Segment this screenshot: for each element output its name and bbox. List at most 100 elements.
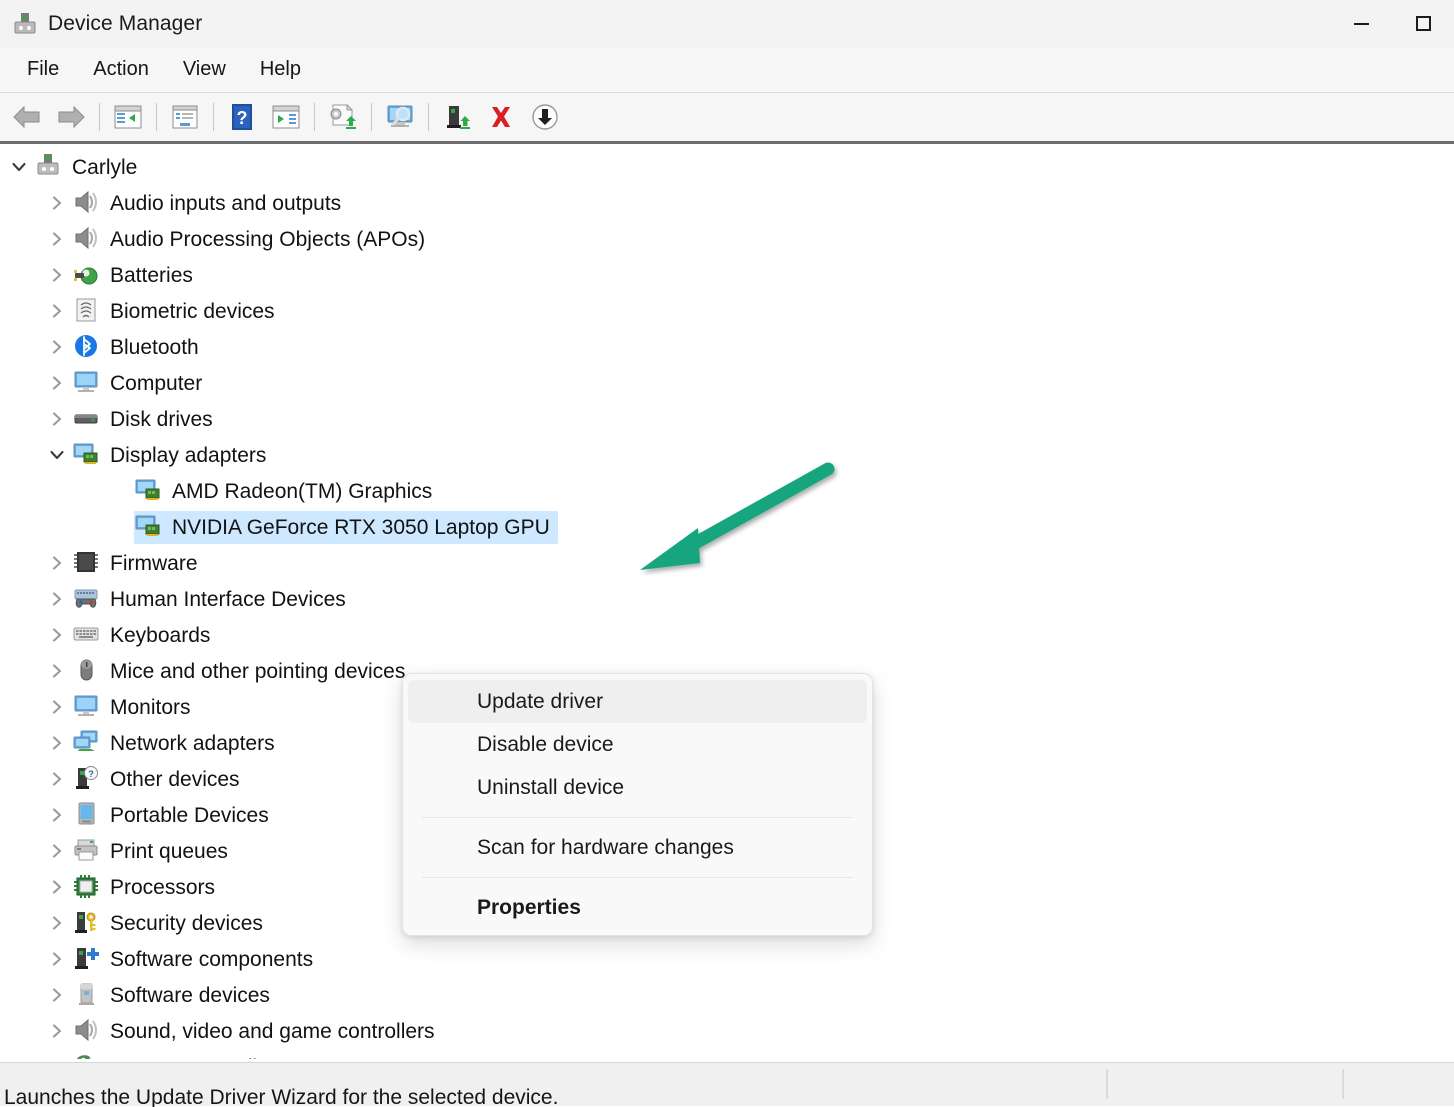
tree-item-label-wrap: Audio Processing Objects (APOs) [110, 223, 433, 256]
display-adapter-icon [134, 513, 164, 541]
uninstall-device-button[interactable] [479, 96, 523, 138]
speaker-icon [72, 225, 102, 253]
context-menu-properties[interactable]: Properties [408, 886, 867, 929]
enable-device-button[interactable] [435, 96, 479, 138]
chevron-right-icon[interactable] [42, 257, 72, 293]
chevron-right-icon[interactable] [42, 761, 72, 797]
battery-plug-icon [72, 261, 102, 289]
tree-item-display-adapters[interactable]: Display adapters [0, 437, 1454, 473]
chevron-right-icon[interactable] [42, 833, 72, 869]
context-menu-update-driver[interactable]: Update driver [408, 680, 867, 723]
disk-drive-icon [72, 405, 102, 433]
context-menu-scan-hardware[interactable]: Scan for hardware changes [408, 826, 867, 869]
tree-item-software-components[interactable]: Software components [0, 941, 1454, 977]
tree-item-biometric-devices[interactable]: Biometric devices [0, 293, 1454, 329]
tree-item-software-devices[interactable]: Software devices [0, 977, 1454, 1013]
processor-icon [72, 873, 102, 901]
scan-for-hardware-changes-button[interactable] [378, 96, 422, 138]
chevron-right-icon[interactable] [42, 869, 72, 905]
minimize-button[interactable] [1330, 0, 1392, 47]
properties-button[interactable] [163, 96, 207, 138]
chevron-right-icon[interactable] [42, 689, 72, 725]
tree-item-label-wrap: Batteries [110, 259, 201, 292]
tree-item-label: Other devices [110, 769, 240, 790]
status-message-text: Launches the Update Driver Wizard for th… [4, 1086, 558, 1107]
tree-item-human-interface-devices[interactable]: Human Interface Devices [0, 581, 1454, 617]
tree-item-label-wrap: Mice and other pointing devices [110, 655, 413, 688]
chevron-right-icon[interactable] [42, 365, 72, 401]
chevron-right-icon[interactable] [42, 1049, 72, 1059]
chevron-right-icon[interactable] [42, 329, 72, 365]
tree-item-label: Carlyle [72, 157, 137, 178]
tree-item-label: Display adapters [110, 445, 266, 466]
tree-item-label: Portable Devices [110, 805, 269, 826]
chevron-right-icon[interactable] [42, 221, 72, 257]
tree-item-computer[interactable]: Computer [0, 365, 1454, 401]
chevron-right-icon[interactable] [42, 905, 72, 941]
chevron-right-icon[interactable] [42, 797, 72, 833]
chevron-down-icon[interactable] [42, 437, 72, 473]
back-arrow-icon [12, 104, 42, 130]
chevron-right-icon[interactable] [42, 581, 72, 617]
menu-file[interactable]: File [10, 53, 76, 86]
tree-item-sound-video-and-game-controllers[interactable]: Sound, video and game controllers [0, 1013, 1454, 1049]
chevron-right-icon[interactable] [42, 185, 72, 221]
disable-device-button[interactable] [523, 96, 567, 138]
show-hide-console-tree-button[interactable] [106, 96, 150, 138]
chevron-right-icon[interactable] [42, 401, 72, 437]
tree-item-label-wrap: Human Interface Devices [110, 583, 354, 616]
forward-arrow-icon [56, 104, 86, 130]
tree-item-firmware[interactable]: Firmware [0, 545, 1454, 581]
display-adapter-icon [72, 441, 102, 469]
chevron-right-icon[interactable] [42, 941, 72, 977]
device-context-menu[interactable]: Update driver Disable device Uninstall d… [402, 673, 873, 936]
status-message: Launches the Update Driver Wizard for th… [0, 1063, 1106, 1107]
device-tree[interactable]: Carlyle Audio inputs and outputs Audio Pr… [0, 144, 1454, 1059]
chevron-right-icon[interactable] [42, 653, 72, 689]
menu-action[interactable]: Action [76, 53, 166, 86]
update-driver-button[interactable] [321, 96, 365, 138]
tree-item-nvidia-geforce-rtx-3050-laptop-gpu[interactable]: NVIDIA GeForce RTX 3050 Laptop GPU [0, 509, 1454, 545]
tree-item-batteries[interactable]: Batteries [0, 257, 1454, 293]
tree-item-disk-drives[interactable]: Disk drives [0, 401, 1454, 437]
tree-item-label-wrap: Keyboards [110, 619, 218, 652]
help-button[interactable]: ? [220, 96, 264, 138]
device-manager-icon [12, 11, 38, 37]
tree-item-label-wrap: Print queues [110, 835, 236, 868]
tree-item-audio-inputs-and-outputs[interactable]: Audio inputs and outputs [0, 185, 1454, 221]
console-tree-icon [113, 104, 143, 130]
tree-item-storage-controllers[interactable]: Storage controllers [0, 1049, 1454, 1059]
display-adapter-icon [134, 477, 164, 505]
tree-item-label-wrap: Processors [110, 871, 223, 904]
monitor-icon [72, 693, 102, 721]
tree-item-keyboards[interactable]: Keyboards [0, 617, 1454, 653]
menu-view[interactable]: View [166, 53, 243, 86]
context-menu-uninstall-device[interactable]: Uninstall device [408, 766, 867, 809]
tree-item-bluetooth[interactable]: Bluetooth [0, 329, 1454, 365]
chevron-right-icon[interactable] [42, 977, 72, 1013]
maximize-button[interactable] [1392, 0, 1454, 47]
forward-button[interactable] [49, 96, 93, 138]
chevron-right-icon[interactable] [42, 1013, 72, 1049]
tree-item-label: Monitors [110, 697, 191, 718]
chevron-right-icon[interactable] [42, 545, 72, 581]
tree-item-label-wrap: AMD Radeon(TM) Graphics [172, 475, 440, 508]
chevron-down-icon[interactable] [4, 149, 34, 185]
chevron-right-icon[interactable] [42, 725, 72, 761]
action-pane-icon [271, 104, 301, 130]
printer-icon [72, 837, 102, 865]
bluetooth-icon [72, 333, 102, 361]
window-title: Device Manager [48, 12, 202, 36]
tree-item-audio-processing-objects-apos[interactable]: Audio Processing Objects (APOs) [0, 221, 1454, 257]
tree-item-amd-radeon-tm-graphics[interactable]: AMD Radeon(TM) Graphics [0, 473, 1454, 509]
tree-item-carlyle[interactable]: Carlyle [0, 149, 1454, 185]
back-button[interactable] [5, 96, 49, 138]
menu-help[interactable]: Help [243, 53, 318, 86]
chevron-right-icon[interactable] [42, 293, 72, 329]
tree-item-label: Software devices [110, 985, 270, 1006]
show-hide-action-pane-button[interactable] [264, 96, 308, 138]
tree-item-label: Audio Processing Objects (APOs) [110, 229, 425, 250]
chevron-right-icon[interactable] [42, 617, 72, 653]
tree-item-label: Print queues [110, 841, 228, 862]
context-menu-disable-device[interactable]: Disable device [408, 723, 867, 766]
